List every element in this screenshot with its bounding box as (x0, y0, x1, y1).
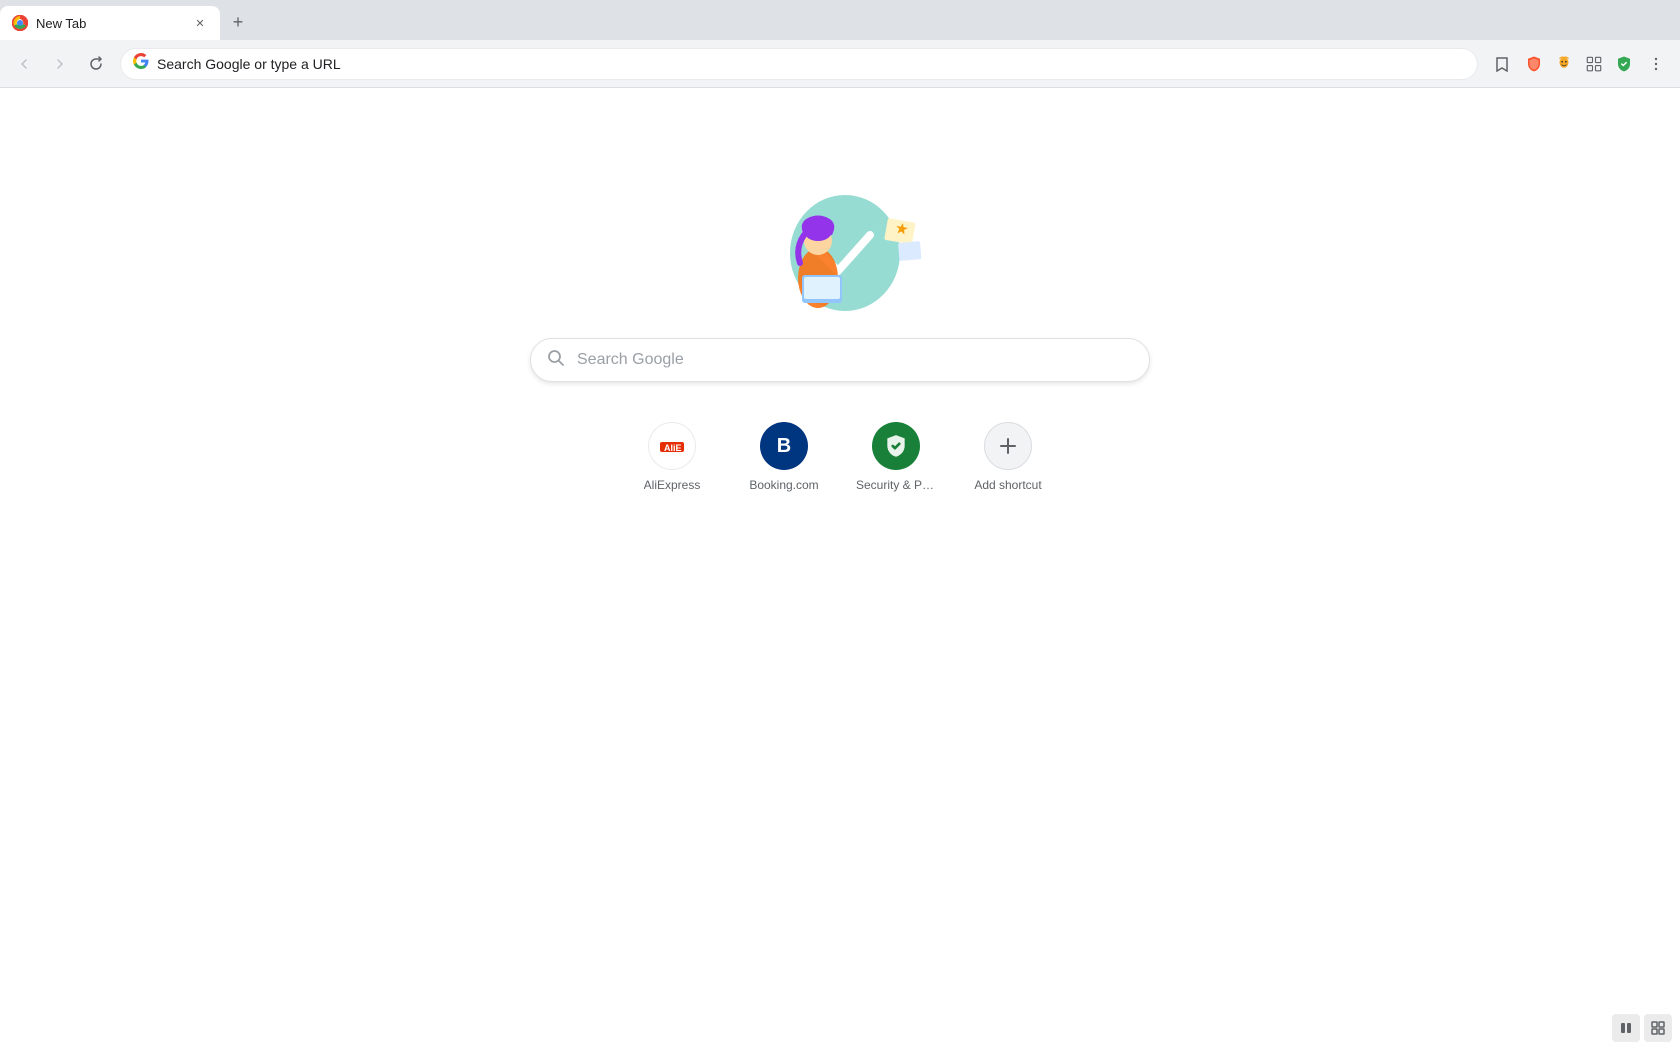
menu-button[interactable] (1640, 48, 1672, 80)
booking-letter: B (777, 435, 791, 458)
pause-button[interactable] (1612, 1014, 1640, 1042)
hero-illustration (740, 168, 940, 318)
refresh-button[interactable] (80, 48, 112, 80)
search-icon (547, 349, 565, 372)
browser-frame: New Tab ✕ + Search G (0, 0, 1680, 1050)
search-placeholder: Search Google (577, 351, 684, 369)
bottom-right-controls (1612, 1014, 1672, 1042)
search-container: Search Google (530, 338, 1150, 382)
tab-close-button[interactable]: ✕ (192, 15, 208, 31)
main-content: Search Google AliE AliExpress B (0, 88, 1680, 1050)
back-button[interactable] (8, 48, 40, 80)
bookmark-button[interactable] (1486, 48, 1518, 80)
tab-bar: New Tab ✕ + (0, 0, 1680, 40)
shortcut-add[interactable]: Add shortcut (960, 414, 1056, 500)
search-bar[interactable]: Search Google (530, 338, 1150, 382)
new-tab-button[interactable]: + (224, 8, 252, 36)
add-shortcut-icon (984, 422, 1032, 470)
vpn-shield-icon[interactable] (1610, 50, 1638, 78)
booking-label: Booking.com (749, 478, 818, 492)
aliexpress-label: AliExpress (644, 478, 701, 492)
shortcuts-grid: AliE AliExpress B Booking.com Security &… (624, 414, 1056, 500)
tab-favicon (12, 15, 28, 31)
shortcut-booking[interactable]: B Booking.com (736, 414, 832, 500)
address-text: Search Google or type a URL (157, 56, 1465, 72)
brave-shield-icon[interactable] (1520, 50, 1548, 78)
grid-button[interactable] (1644, 1014, 1672, 1042)
nav-actions (1486, 48, 1672, 80)
leo-ai-icon[interactable] (1550, 50, 1578, 78)
google-logo-icon (133, 53, 149, 74)
nav-bar: Search Google or type a URL (0, 40, 1680, 88)
shortcut-security[interactable]: Security & Priv... (848, 414, 944, 500)
tab-title: New Tab (36, 16, 184, 31)
booking-icon: B (760, 422, 808, 470)
add-shortcut-label: Add shortcut (974, 478, 1041, 492)
security-icon (872, 422, 920, 470)
active-tab[interactable]: New Tab ✕ (0, 6, 220, 40)
svg-text:AliE: AliE (664, 443, 682, 453)
extensions-icon[interactable] (1580, 50, 1608, 78)
security-label: Security & Priv... (856, 478, 936, 492)
aliexpress-icon: AliE (648, 422, 696, 470)
shortcut-aliexpress[interactable]: AliE AliExpress (624, 414, 720, 500)
address-bar[interactable]: Search Google or type a URL (120, 48, 1478, 80)
forward-button[interactable] (44, 48, 76, 80)
